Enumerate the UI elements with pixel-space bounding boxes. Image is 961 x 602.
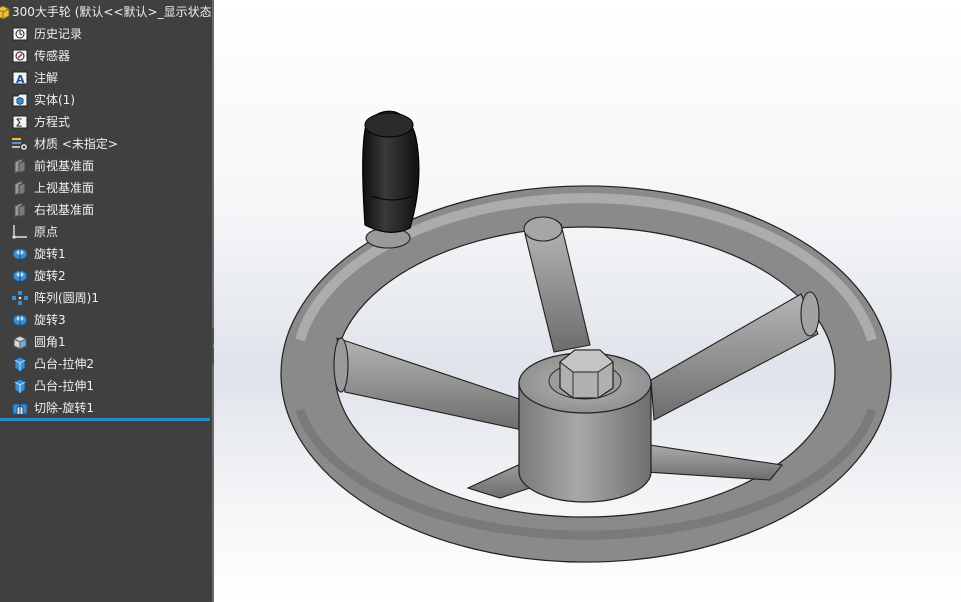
tree-item-label: 阵列(圆周)1	[34, 291, 99, 305]
material-icon	[12, 138, 28, 151]
revolve-icon	[12, 269, 28, 283]
svg-text:Σ: Σ	[16, 117, 23, 130]
tree-item-label: 旋转3	[34, 313, 66, 327]
sensor-icon	[12, 49, 28, 63]
tree-item-label: 圆角1	[34, 335, 66, 349]
handwheel-model	[280, 110, 892, 563]
tree-item-label: 右视基准面	[34, 203, 95, 217]
circular-pattern-icon	[12, 291, 28, 305]
tree-item-label: 凸台-拉伸2	[34, 357, 94, 371]
tree-item-label: 实体(1)	[34, 93, 75, 107]
revolve-cut-icon	[12, 401, 28, 415]
tree-item-label: 历史记录	[34, 27, 83, 41]
tree-item-label: 原点	[34, 225, 59, 239]
tree-item-label: 前视基准面	[34, 159, 95, 173]
feature-manager-tree: 300大手轮 (默认<<默认>_显示状态 历史记录 传感器 A 注解 实体(1)	[0, 0, 212, 602]
plane-icon	[14, 158, 26, 174]
annotation-icon: A	[12, 71, 28, 86]
revolve-icon	[12, 247, 28, 261]
tree-item-label: 上视基准面	[34, 181, 95, 195]
plane-icon	[14, 202, 26, 218]
handwheel-hub	[518, 349, 652, 503]
extrude-boss-icon	[14, 356, 26, 372]
tree-item-label: 材质 <未指定>	[34, 137, 118, 151]
graphics-area[interactable]	[214, 0, 961, 602]
history-icon	[12, 27, 28, 41]
tree-item-label: 传感器	[34, 49, 71, 63]
part-icon	[0, 5, 10, 20]
extrude-boss-icon	[14, 378, 26, 394]
tree-item-label: 凸台-拉伸1	[34, 379, 94, 393]
solid-bodies-icon	[12, 93, 28, 107]
equations-icon: Σ	[12, 115, 28, 130]
origin-icon	[12, 225, 27, 239]
rollback-bar[interactable]	[0, 418, 210, 421]
tree-item-label: 旋转2	[34, 269, 66, 283]
tree-root-part[interactable]: 300大手轮 (默认<<默认>_显示状态	[0, 1, 212, 23]
tree-item-label: 方程式	[34, 115, 71, 129]
tree-root-label: 300大手轮 (默认<<默认>_显示状态	[12, 5, 212, 19]
tree-item-label: 切除-旋转1	[34, 401, 94, 415]
handle-knob	[362, 110, 420, 249]
svg-text:A: A	[16, 73, 25, 86]
fillet-icon	[13, 335, 27, 350]
tree-item-label: 旋转1	[34, 247, 66, 261]
plane-icon	[14, 180, 26, 196]
revolve-icon	[12, 313, 28, 327]
tree-item-label: 注解	[34, 71, 59, 85]
